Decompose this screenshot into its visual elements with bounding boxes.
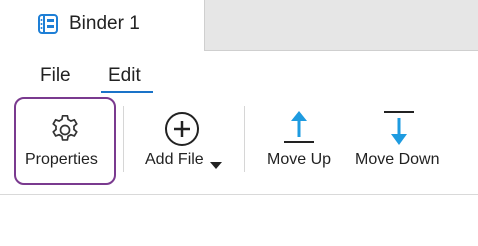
active-menu-indicator [101,91,153,93]
arrow-down-icon [384,109,414,147]
toolbar-bottom-border [0,194,478,195]
move-down-button[interactable]: Move Down [350,97,446,185]
move-up-label: Move Up [267,151,332,168]
add-circle-icon [164,111,200,147]
properties-button[interactable]: Properties [14,97,116,185]
tab-divider [204,0,205,50]
add-file-button[interactable]: Add File [140,97,230,185]
toolbar-separator [244,106,245,172]
binder-icon [37,13,59,35]
add-file-label: Add File [145,151,204,168]
move-up-button[interactable]: Move Up [262,97,338,185]
document-tab[interactable]: Binder 1 [0,0,204,51]
menu-edit[interactable]: Edit [108,64,141,88]
document-tab-title: Binder 1 [69,13,140,34]
move-down-label: Move Down [355,151,440,168]
gear-icon [48,113,82,147]
menu-file[interactable]: File [40,64,71,88]
toolbar-separator [123,106,124,172]
properties-label: Properties [25,151,98,168]
arrow-up-icon [284,109,314,147]
chevron-down-icon [210,157,222,169]
